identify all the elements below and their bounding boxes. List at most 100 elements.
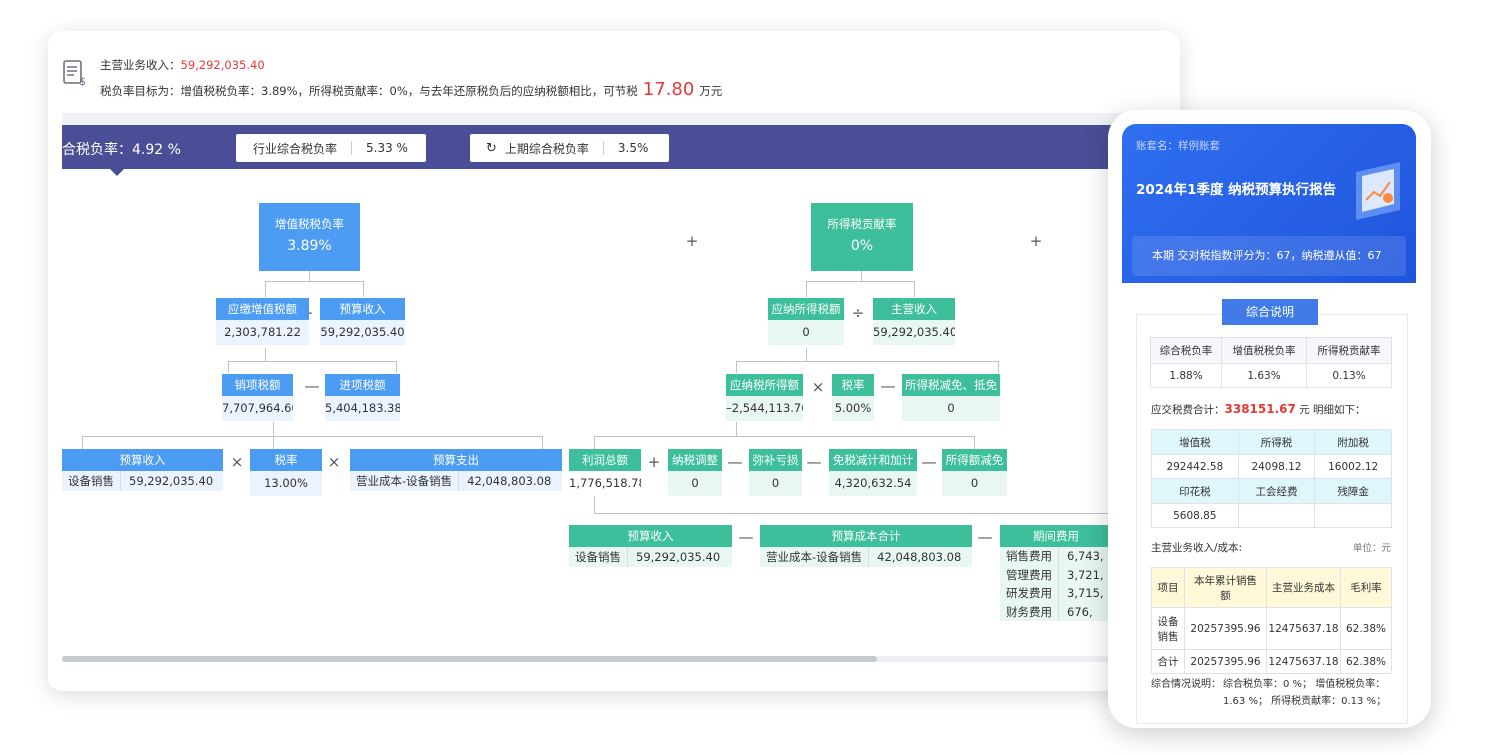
vat-income-label: 预算收入 <box>62 449 223 471</box>
biz-header: 本年累计销售额 <box>1184 567 1267 608</box>
period-expense-label: 期间费用 <box>1000 525 1112 547</box>
biz-cell: 62.38% <box>1340 649 1392 674</box>
vat-expense-key: 营业成本-设备销售 <box>350 471 460 491</box>
cit-tax-rate-value: 5.00% <box>832 396 874 421</box>
divide-operator: ÷ <box>851 304 865 322</box>
rates-cell: 0.13% <box>1306 363 1392 388</box>
cit-relief-value: 0 <box>902 396 1000 421</box>
table-row: 设备销售 20257395.96 12475637.18 62.38% <box>1151 607 1392 650</box>
overall-tax-rate: 合税负率：4.92 % <box>62 142 181 158</box>
tax-detail-cell: 16002.12 <box>1314 454 1392 479</box>
biz-cell: 62.38% <box>1340 607 1392 650</box>
minus-operator: — <box>880 377 896 395</box>
total-tax-prefix: 应交税费合计： <box>1151 404 1225 416</box>
budget-cost-node[interactable]: 预算成本合计 营业成本-设备销售 42,048,803.08 <box>760 525 972 567</box>
cit-payable-value: 0 <box>768 320 844 345</box>
biz-cell: 12475637.18 <box>1266 607 1341 650</box>
vat-payable-node[interactable]: 应缴增值税额 2,303,781.22 <box>216 298 309 345</box>
vat-expense-node[interactable]: 预算支出 营业成本-设备销售 42,048,803.08 <box>350 449 562 491</box>
vat-budget-income-label: 预算收入 <box>320 298 405 320</box>
rate-bar-pointer <box>110 169 124 176</box>
loss-offset-node[interactable]: 弥补亏损 0 <box>749 449 802 496</box>
plus-operator: + <box>647 453 661 471</box>
biz-income-label: 主营业务收入/成本: <box>1151 542 1243 554</box>
taxable-income-label: 应纳税所得额 <box>726 374 803 396</box>
main-income-value: 59,292,035.40 <box>180 58 265 72</box>
taxable-income-node[interactable]: 应纳税所得额 –2,544,113.76 <box>726 374 803 421</box>
tax-analysis-window: $ 主营业务收入：59,292,035.40 税负率目标为：增值税税负率：3.8… <box>48 31 1180 691</box>
summary-section-tab[interactable]: 综合说明 <box>1222 299 1318 325</box>
tax-detail-cell: 24098.12 <box>1237 454 1316 479</box>
output-tax-node[interactable]: 销项税额 7,707,964.60 <box>222 374 293 421</box>
vat-tax-rate-label: 税率 <box>250 449 322 471</box>
report-title: 2024年1季度 纳税预算执行报告 <box>1136 182 1337 198</box>
vat-rate-item-node[interactable]: 税率 13.00% <box>250 449 322 496</box>
cit-rate-node[interactable]: 所得税贡献率 0% <box>811 203 913 271</box>
summary-label: 综合情况说明： <box>1151 679 1221 690</box>
vat-tax-rate-value: 13.00% <box>250 471 322 496</box>
output-tax-label: 销项税额 <box>222 374 293 396</box>
horizontal-scrollbar-thumb[interactable] <box>62 656 877 662</box>
tax-detail-cell <box>1237 503 1316 528</box>
total-tax-value: 338151.67 <box>1224 402 1296 416</box>
main-income-label: 主营业务收入： <box>100 58 181 72</box>
period-expense-value: 3,715, <box>1067 586 1104 600</box>
budget-cost-key: 营业成本-设备销售 <box>760 547 870 567</box>
times-operator: × <box>230 453 244 471</box>
vat-payable-value: 2,303,781.22 <box>216 320 309 345</box>
plus-operator: + <box>1029 232 1043 250</box>
cit-budget-income-key: 设备销售 <box>569 547 628 567</box>
cit-tax-rate-node[interactable]: 税率 5.00% <box>832 374 874 421</box>
cit-income-label: 主营收入 <box>873 298 955 320</box>
input-tax-label: 进项税额 <box>325 374 400 396</box>
chart-illustration-icon <box>1356 162 1400 220</box>
previous-rate-pill[interactable]: ↻ 上期综合税负率 3.5% <box>470 134 669 162</box>
biz-header: 项目 <box>1151 567 1185 608</box>
tax-adjust-label: 纳税调整 <box>668 449 722 471</box>
cit-relief-node[interactable]: 所得税减免、抵免 0 <box>902 374 1000 421</box>
income-reduction-label: 所得额减免 <box>942 449 1007 471</box>
total-tax-line: 应交税费合计：338151.67 元 明细如下： <box>1151 402 1366 417</box>
income-reduction-node[interactable]: 所得额减免 0 <box>942 449 1007 496</box>
rates-table: 综合税负率 增值税税负率 所得税贡献率 1.88% 1.63% 0.13% <box>1149 337 1392 388</box>
tax-detail-cell: 292442.58 <box>1151 454 1239 479</box>
refresh-icon[interactable]: ↻ <box>486 141 497 156</box>
biz-cell: 合计 <box>1151 649 1185 674</box>
vat-budget-income-node[interactable]: 预算收入 59,292,035.40 <box>320 298 405 345</box>
vat-budget-income-value: 59,292,035.40 <box>320 320 405 345</box>
rates-header: 所得税贡献率 <box>1306 337 1392 364</box>
vat-rate-title: 增值税税负率 <box>275 217 344 232</box>
vat-rate-value: 3.89% <box>287 237 332 254</box>
total-tax-suffix: 元 明细如下： <box>1299 404 1366 416</box>
tax-detail-header: 印花税 <box>1151 478 1239 504</box>
tax-adjust-node[interactable]: 纳税调整 0 <box>668 449 722 496</box>
budget-cost-label: 预算成本合计 <box>760 525 972 547</box>
cit-rate-title: 所得税贡献率 <box>827 217 897 232</box>
times-operator: × <box>811 378 825 396</box>
cit-income-node[interactable]: 主营收入 59,292,035.40 <box>873 298 955 345</box>
vat-income-value: 59,292,035.40 <box>129 474 214 488</box>
tax-detail-header: 所得税 <box>1237 429 1316 455</box>
income-reduction-value: 0 <box>942 471 1007 496</box>
industry-rate-label: 行业综合税负率 <box>253 141 338 156</box>
vat-rate-node[interactable]: 增值税税负率 3.89% <box>259 203 360 271</box>
exempt-deduct-node[interactable]: 免税减计和加计 4,320,632.54 <box>829 449 917 496</box>
tax-adjust-value: 0 <box>668 471 722 496</box>
tax-detail-table: 增值税 所得税 附加税 292442.58 24098.12 16002.12 … <box>1151 429 1392 528</box>
input-tax-node[interactable]: 进项税额 5,404,183.38 <box>325 374 400 421</box>
output-tax-value: 7,707,964.60 <box>222 396 293 421</box>
budget-cost-value: 42,048,803.08 <box>877 550 962 564</box>
rates-header: 综合税负率 <box>1149 337 1223 364</box>
total-profit-node[interactable]: 利润总额 1,776,518.78 <box>569 449 641 496</box>
compliance-score: 本期 交对税指数评分为：67，纳税遵从值：67 <box>1132 236 1406 276</box>
cit-payable-label: 应纳所得税额 <box>768 298 844 320</box>
summary-line: 综合税负率：0 %； 增值税税负率： <box>1223 679 1386 690</box>
vat-income-node[interactable]: 预算收入 设备销售 59,292,035.40 <box>62 449 223 491</box>
tax-detail-header: 工会经费 <box>1237 478 1316 504</box>
biz-cell: 设备销售 <box>1151 607 1185 650</box>
cit-payable-node[interactable]: 应纳所得税额 0 <box>768 298 844 345</box>
industry-rate-pill[interactable]: 行业综合税负率 5.33 % <box>236 134 426 162</box>
cit-tax-rate-label: 税率 <box>832 374 874 396</box>
cit-budget-income-node[interactable]: 预算收入 设备销售 59,292,035.40 <box>569 525 732 567</box>
input-tax-value: 5,404,183.38 <box>325 396 400 421</box>
